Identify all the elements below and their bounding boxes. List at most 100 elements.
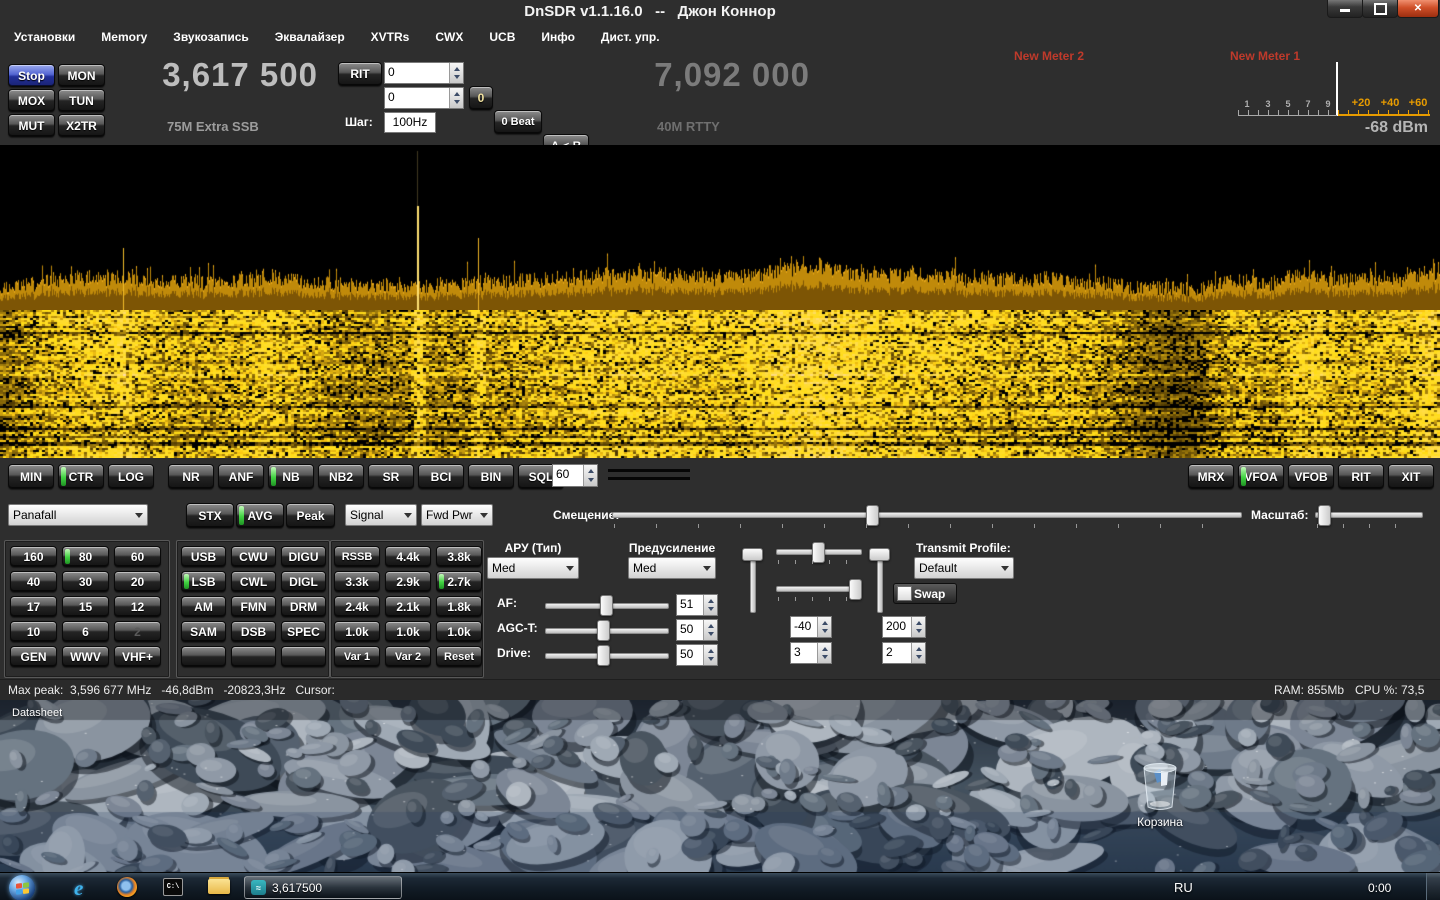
agct-spinner[interactable]: 50 [676,619,718,641]
panadapter-spectrum[interactable] [0,145,1440,310]
af-spin-arrows[interactable] [703,595,717,615]
vfob-frequency[interactable]: 7,092 000 [642,56,810,94]
filter-var1-button[interactable]: Var 1 [334,646,380,667]
zero-beat-button[interactable]: 0 Beat [494,110,542,134]
filter-2k9-button[interactable]: 2.9k [385,571,431,592]
mode-drm-button[interactable]: DRM [281,596,326,617]
xit-toggle-button[interactable]: XIT [1388,464,1434,489]
cpdr-spin-arrows[interactable] [911,643,925,663]
taskbar-clock[interactable]: 0:00 [1368,881,1391,895]
xit-spinner[interactable]: 0 [384,87,464,109]
mode-sam-button[interactable]: SAM [181,621,226,642]
menu-item-ustanovki[interactable]: Установки [14,30,75,44]
rit-toggle-button[interactable]: RIT [1338,464,1384,489]
mox-button[interactable]: MOX [8,89,55,112]
offset-slider-thumb[interactable] [866,505,879,526]
band-12-button[interactable]: 12 [114,596,161,617]
explorer-folder-icon[interactable] [208,879,230,894]
new-meter-2-label[interactable]: New Meter 2 [1014,49,1084,63]
display-mode-combo[interactable]: Panafall [8,504,148,526]
gate-spinner[interactable]: -40 [790,616,832,638]
pan-right-slider-thumb[interactable] [869,548,890,561]
menu-item-zvukozapis[interactable]: Звукозапись [173,30,248,44]
log-button[interactable]: LOG [108,464,154,489]
rit-spin-arrows[interactable] [449,63,463,83]
fwd-pwr-combo[interactable]: Fwd Pwr [421,504,493,526]
band-vhf-button[interactable]: VHF+ [114,646,161,667]
recycle-bin-label[interactable]: Корзина [1110,815,1210,829]
transmit-profile-combo[interactable]: Default [914,557,1014,579]
dx-spin-arrows[interactable] [817,643,831,663]
step-input[interactable]: 100Hz [384,112,436,133]
filter-rssb-button[interactable]: RSSB [334,546,380,567]
nb2-button[interactable]: NB2 [318,464,364,489]
filter-1k0-button[interactable]: 1.0k [334,621,380,642]
ctr-button[interactable]: CTR [58,464,104,489]
cpdr-spinner[interactable]: 2 [882,642,926,664]
firefox-icon[interactable] [117,877,137,897]
vfoa-frequency[interactable]: 3,617 500 [150,56,318,94]
sql-spin-arrows[interactable] [583,465,597,486]
mode-digu-button[interactable]: DIGU [281,546,326,567]
filter-1k0-button[interactable]: 1.0k [436,621,482,642]
menu-item-cwx[interactable]: CWX [435,30,463,44]
band-wwv-button[interactable]: WWV [62,646,109,667]
internet-explorer-icon[interactable]: e [74,876,96,898]
tun-button[interactable]: TUN [58,89,105,112]
filter-1k0-button[interactable]: 1.0k [385,621,431,642]
band-80-button[interactable]: 80 [62,546,109,567]
x2tr-button[interactable]: X2TR [58,114,105,137]
menu-item-info[interactable]: Инфо [541,30,575,44]
filter-2k4-button[interactable]: 2.4k [334,596,380,617]
vfoa-button[interactable]: VFOA [1238,464,1284,489]
mode-cwl-button[interactable]: CWL [231,571,276,592]
avg-button[interactable]: AVG [236,503,284,528]
panadapter-waterfall[interactable] [0,310,1440,458]
menu-item-memory[interactable]: Memory [101,30,147,44]
agc-type-combo[interactable]: Med [487,557,579,579]
vfob-button[interactable]: VFOB [1288,464,1334,489]
dx-spinner[interactable]: 3 [790,642,832,664]
sr-button[interactable]: SR [368,464,414,489]
rit-spinner[interactable]: 0 [384,62,464,84]
peak-button[interactable]: Peak [286,503,335,528]
stop-button[interactable]: Stop [8,64,55,87]
filter-var2-button[interactable]: Var 2 [385,646,431,667]
menu-item-equalizer[interactable]: Эквалайзер [275,30,345,44]
mrx-button[interactable]: MRX [1188,464,1234,489]
bin-button[interactable]: BIN [468,464,514,489]
af-spinner[interactable]: 51 [676,594,718,616]
filter-3k3-button[interactable]: 3.3k [334,571,380,592]
stx-button[interactable]: STX [186,503,234,528]
filter-2k7-button[interactable]: 2.7k [436,571,482,592]
band-6-button[interactable]: 6 [62,621,109,642]
mode-lsb-button[interactable]: LSB [181,571,226,592]
band-2-button[interactable]: 2 [114,621,161,642]
agct-slider-thumb[interactable] [597,620,610,641]
desktop-icon-datasheet-label[interactable]: Datasheet [12,707,62,719]
drive-spin-arrows[interactable] [703,645,717,665]
sql-spinner[interactable]: 60 [552,464,598,487]
signal-combo[interactable]: Signal [345,504,417,526]
maximize-button[interactable] [1362,0,1398,18]
band-gen-button[interactable]: GEN [10,646,57,667]
command-prompt-icon[interactable]: C:\ [163,878,183,896]
mode-usb-button[interactable]: USB [181,546,226,567]
zoom-slider-track[interactable] [1315,512,1423,518]
menu-item-remote[interactable]: Дист. упр. [601,30,660,44]
band-10-button[interactable]: 10 [10,621,57,642]
drive-spinner[interactable]: 50 [676,644,718,666]
language-indicator[interactable]: RU [1174,880,1193,895]
close-button[interactable]: ✕ [1397,0,1439,18]
band-60-button[interactable]: 60 [114,546,161,567]
af-slider-thumb[interactable] [600,595,613,616]
nr-button[interactable]: NR [168,464,214,489]
rit-zero-button[interactable]: 0 [469,86,493,110]
vox-spin-arrows[interactable] [911,617,925,637]
minimize-button[interactable] [1327,0,1363,18]
show-desktop-button[interactable] [1426,873,1440,900]
band-17-button[interactable]: 17 [10,596,57,617]
mode-cwu-button[interactable]: CWU [231,546,276,567]
band-40-button[interactable]: 40 [10,571,57,592]
start-button[interactable] [9,875,35,900]
